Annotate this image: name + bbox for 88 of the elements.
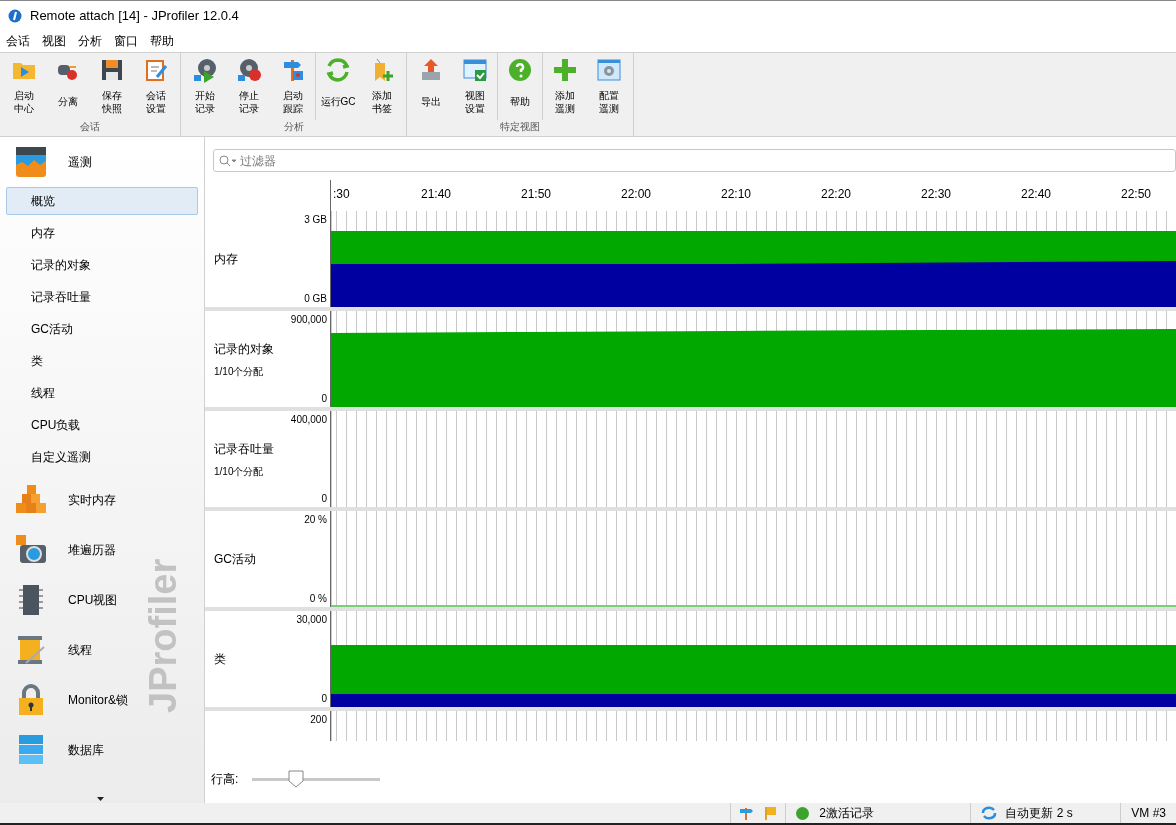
- toolbar-button[interactable]: 停止 记录: [227, 57, 271, 116]
- gear-window-icon: [596, 57, 622, 83]
- group-label: 分析: [282, 120, 305, 134]
- time-label: :30: [333, 188, 350, 200]
- toolbar-button[interactable]: 启动 跟踪: [271, 57, 315, 116]
- sidebar-category[interactable]: 遥测: [0, 137, 140, 187]
- update-status: 自动更新 2 s: [1005, 805, 1073, 822]
- time-label: 22:20: [821, 188, 851, 200]
- menu-item[interactable]: 会话: [0, 30, 36, 52]
- axis-tick-label: 30,000: [296, 613, 327, 627]
- sidebar-item[interactable]: 记录吞吐量: [6, 283, 198, 311]
- axis-tick-label: 400,000: [290, 413, 327, 427]
- time-label: 22:40: [1021, 188, 1051, 200]
- time-label: 22:00: [621, 188, 651, 200]
- slider-thumb[interactable]: [287, 770, 304, 788]
- sidebar-category[interactable]: 实时内存: [0, 475, 140, 525]
- sidebar-item[interactable]: 线程: [6, 379, 198, 407]
- toolbar-button[interactable]: 视图 设置: [453, 57, 497, 116]
- sidebar-item[interactable]: GC活动: [6, 315, 198, 343]
- row-label: 内存: [214, 251, 238, 268]
- group-label: 特定视图: [499, 120, 541, 134]
- vm-status: VM #3: [1131, 805, 1166, 822]
- help-icon: [507, 57, 533, 83]
- axis-tick-label: 0 GB: [304, 292, 327, 306]
- axis-tick-label: 0 %: [309, 592, 327, 606]
- sidebar-item[interactable]: 自定义遥测: [6, 443, 198, 471]
- axis-tick-label: 0: [321, 392, 327, 406]
- toolbar-button[interactable]: 导出: [409, 57, 453, 116]
- filter-field[interactable]: 过滤器: [213, 149, 1176, 172]
- recordings-status: 2激活记录: [819, 805, 874, 822]
- film-reel-icon: [192, 57, 218, 83]
- menu-item[interactable]: 分析: [72, 30, 108, 52]
- recycle-icon: [325, 57, 351, 83]
- axis-tick-label: 900,000: [290, 313, 327, 327]
- signpost-icon[interactable]: [739, 806, 754, 820]
- row-label: 类: [214, 651, 226, 668]
- toolbar-button[interactable]: 启动 中心: [2, 57, 46, 116]
- menu-item[interactable]: 帮助: [144, 30, 180, 52]
- row-sublabel: 1/10个分配: [214, 464, 265, 479]
- plus-icon: [552, 57, 578, 83]
- sidebar-category[interactable]: 数据库: [0, 725, 140, 775]
- sidebar-item[interactable]: 记录的对象: [6, 251, 198, 279]
- row-label: 记录吞吐量: [214, 440, 274, 458]
- time-label: 21:50: [521, 188, 551, 200]
- sidebar-item[interactable]: 类: [6, 347, 198, 375]
- refresh-icon[interactable]: [981, 806, 998, 820]
- app-icon: [8, 8, 22, 23]
- sidebar-item[interactable]: 概览: [6, 187, 198, 215]
- row-label: GC活动: [214, 551, 256, 568]
- clipboard-icon: [143, 57, 169, 83]
- sidebar-category[interactable]: Monitor&锁: [0, 675, 140, 725]
- time-label: 22:50: [1121, 188, 1151, 200]
- toolbar-button[interactable]: 保存 快照: [90, 57, 134, 116]
- search-icon: [219, 155, 237, 167]
- toolbar-button[interactable]: 帮助: [498, 57, 542, 116]
- time-label: 21:40: [421, 188, 451, 200]
- scroll-down-icon[interactable]: [97, 797, 104, 801]
- row-height-slider[interactable]: [252, 770, 381, 788]
- sidebar-category[interactable]: 堆遍历器: [0, 525, 140, 575]
- axis-tick-label: 200: [310, 713, 327, 727]
- sidebar-item[interactable]: 内存: [6, 219, 198, 247]
- toolbar-button[interactable]: 运行GC: [316, 57, 360, 116]
- axis-tick-label: 3 GB: [304, 213, 327, 227]
- toolbar-button[interactable]: 添加 书签: [360, 57, 404, 116]
- time-label: 22:10: [721, 188, 751, 200]
- row-label: 记录的对象: [214, 340, 274, 358]
- sidebar-category[interactable]: CPU视图: [0, 575, 140, 625]
- sidebar-item[interactable]: CPU负载: [6, 411, 198, 439]
- group-label: 会话: [79, 120, 101, 134]
- row-height-label: 行高:: [211, 771, 239, 788]
- film-reel-icon: [236, 57, 262, 83]
- window-title: Remote attach [14] - JProfiler 12.0.4: [30, 6, 239, 25]
- axis-tick-label: 0: [321, 692, 327, 706]
- menu-item[interactable]: 视图: [36, 30, 72, 52]
- toolbar-button[interactable]: 开始 记录: [183, 57, 227, 116]
- flag-icon[interactable]: [763, 806, 778, 820]
- toolbar-button[interactable]: 会话 设置: [134, 57, 178, 116]
- axis-tick-label: 20 %: [304, 513, 327, 527]
- toolbar-button[interactable]: 添加 遥测: [543, 57, 587, 116]
- chart-tile-icon: [14, 145, 48, 179]
- row-sublabel: 1/10个分配: [214, 364, 265, 379]
- sidebar-category[interactable]: 线程: [0, 625, 140, 675]
- axis-tick-label: 0: [321, 492, 327, 506]
- time-label: 22:30: [921, 188, 951, 200]
- menu-item[interactable]: 窗口: [108, 30, 144, 52]
- window-icon: [462, 57, 488, 83]
- toolbar-button[interactable]: 分离: [46, 57, 90, 116]
- toolbar-button[interactable]: 配置 遥测: [587, 57, 631, 116]
